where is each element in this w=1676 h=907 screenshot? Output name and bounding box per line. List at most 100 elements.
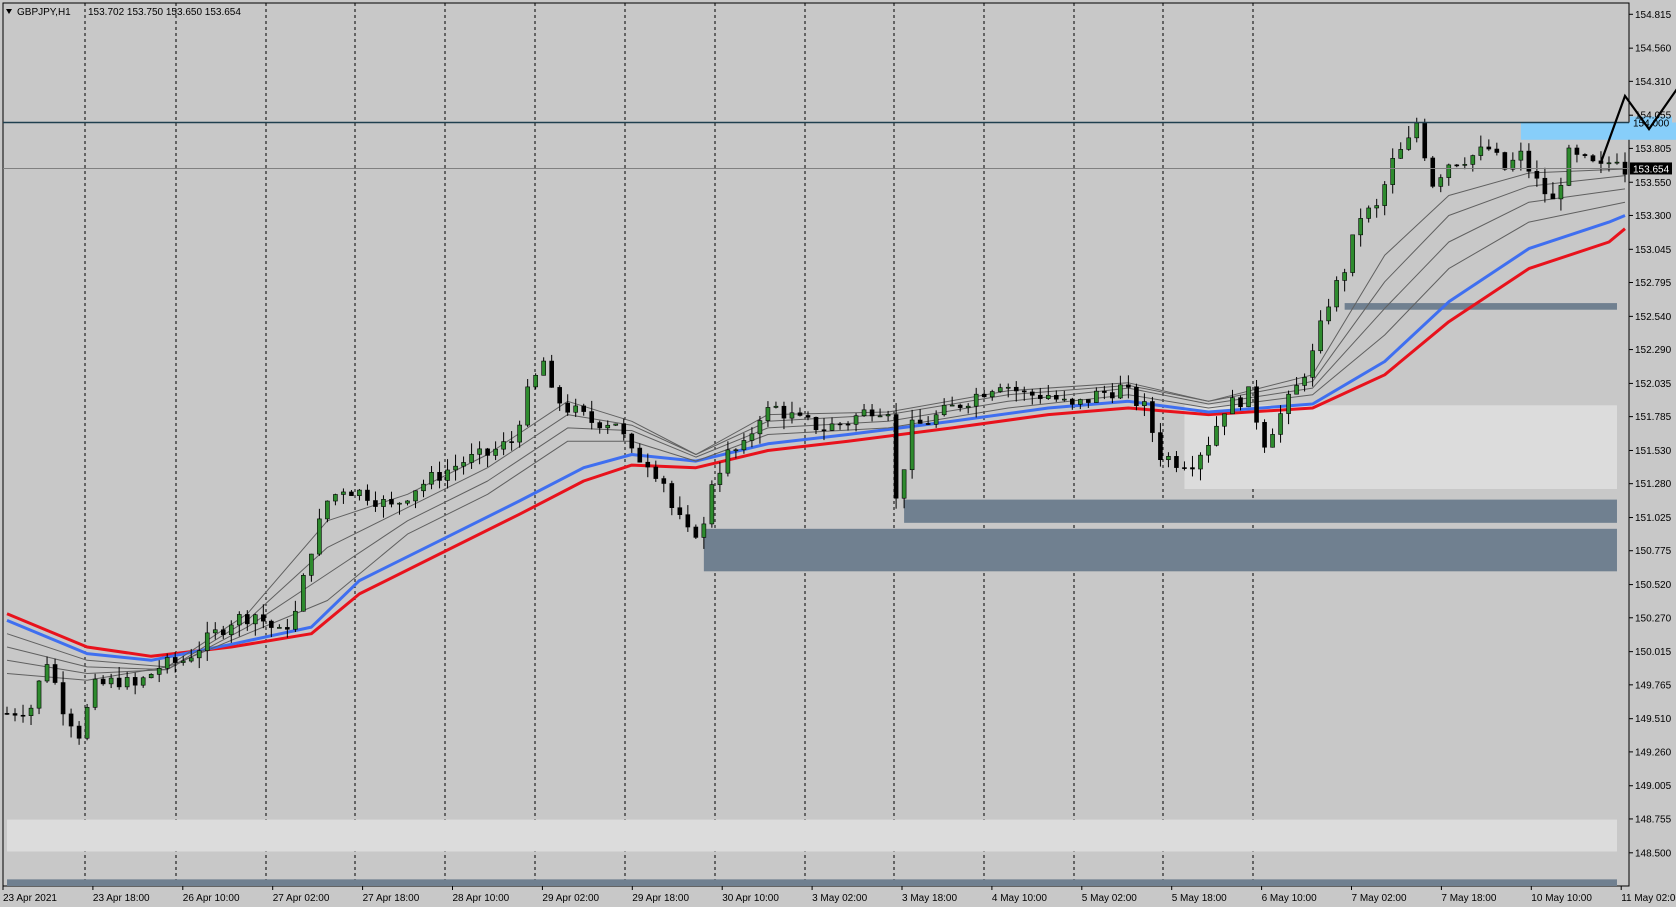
candle-body xyxy=(973,393,979,407)
candle-body xyxy=(92,678,98,708)
candle-body xyxy=(1094,390,1099,403)
y-tick-label: 152.290 xyxy=(1635,345,1672,356)
candle-body xyxy=(1021,390,1027,393)
candle-body xyxy=(1150,401,1155,433)
candle-body xyxy=(941,404,947,416)
candle-body xyxy=(581,405,587,412)
x-tick-label: 5 May 02:00 xyxy=(1082,893,1137,904)
candle-body xyxy=(1278,413,1283,435)
candle-body xyxy=(301,575,306,612)
candle-body xyxy=(1302,377,1307,386)
candle-body xyxy=(653,466,659,479)
candle-body xyxy=(1110,392,1115,399)
candle-body xyxy=(661,478,667,484)
candle-body xyxy=(236,614,242,626)
candle-body xyxy=(645,461,651,468)
candle-body xyxy=(845,423,851,426)
x-tick-label: 6 May 10:00 xyxy=(1262,893,1317,904)
candle-body xyxy=(1294,385,1299,395)
candle-body xyxy=(84,707,90,739)
candle-body xyxy=(1518,150,1524,161)
candle-body xyxy=(677,507,683,515)
x-tick-label: 29 Apr 02:00 xyxy=(542,893,599,904)
candle-body xyxy=(1053,395,1059,400)
candle-body xyxy=(164,657,170,669)
candle-body xyxy=(469,454,474,463)
candle-body xyxy=(1614,161,1620,164)
y-tick-label: 150.520 xyxy=(1635,580,1672,591)
candle-body xyxy=(1166,456,1171,461)
candle-body xyxy=(277,627,282,629)
y-tick-label: 148.755 xyxy=(1635,814,1672,825)
candle-body xyxy=(885,414,891,417)
candle-body xyxy=(965,405,971,408)
candle-body xyxy=(413,490,418,502)
current-price-label: 153.654 xyxy=(1633,164,1670,175)
x-tick-label: 11 May 02:00 xyxy=(1621,893,1676,904)
candle-body xyxy=(1174,456,1179,468)
candle-body xyxy=(525,386,530,426)
candle-body xyxy=(477,448,482,455)
candle-body xyxy=(373,500,378,507)
candle-body xyxy=(1158,432,1163,461)
candle-body xyxy=(933,414,939,425)
x-tick-label: 7 May 02:00 xyxy=(1352,893,1407,904)
x-tick-label: 7 May 18:00 xyxy=(1441,893,1496,904)
y-tick-label: 151.025 xyxy=(1635,513,1672,524)
candle-body xyxy=(453,465,458,471)
candle-body xyxy=(789,412,795,419)
candle-body xyxy=(1086,399,1091,403)
candle-body xyxy=(1214,425,1219,446)
x-tick-label: 5 May 18:00 xyxy=(1172,893,1227,904)
candle-body xyxy=(1422,122,1428,159)
candle-body xyxy=(805,415,811,418)
candle-body xyxy=(1230,397,1235,415)
y-tick-label: 150.015 xyxy=(1635,647,1672,658)
candle-body xyxy=(741,440,747,451)
candle-body xyxy=(397,502,402,505)
candle-body xyxy=(589,411,595,423)
candle-body xyxy=(76,725,82,739)
candle-body xyxy=(1118,384,1123,399)
x-tick-label: 27 Apr 02:00 xyxy=(273,893,330,904)
candle-body xyxy=(28,707,34,716)
candle-body xyxy=(1126,384,1131,388)
candle-body xyxy=(68,713,74,727)
x-tick-label: 26 Apr 10:00 xyxy=(183,893,240,904)
candle-body xyxy=(1390,158,1396,185)
candle-body xyxy=(1342,272,1347,281)
candle-body xyxy=(853,415,859,425)
y-tick-label: 154.815 xyxy=(1635,10,1672,21)
candle-body xyxy=(1222,413,1227,427)
candle-body xyxy=(1198,454,1203,470)
candle-body xyxy=(957,404,963,408)
candle-body xyxy=(1238,397,1243,408)
candle-body xyxy=(1502,152,1508,170)
candle-body xyxy=(1478,146,1484,156)
candle-body xyxy=(1582,154,1588,156)
y-tick-label: 149.510 xyxy=(1635,714,1672,725)
price-chart[interactable]: 154.000153.654 154.815154.560154.310154.… xyxy=(0,0,1676,907)
y-tick-label: 151.785 xyxy=(1635,412,1672,423)
candle-body xyxy=(228,624,234,635)
candle-body xyxy=(381,499,386,507)
candle-body xyxy=(1462,164,1468,166)
candle-body xyxy=(1182,467,1187,469)
candle-body xyxy=(1406,137,1412,150)
candle-body xyxy=(909,419,915,471)
x-tick-label: 10 May 10:00 xyxy=(1531,893,1592,904)
x-tick-label: 23 Apr 2021 xyxy=(3,893,57,904)
candle-body xyxy=(717,472,723,485)
candle-body xyxy=(36,680,42,709)
candle-body xyxy=(461,462,466,467)
candle-body xyxy=(493,448,498,456)
candle-body xyxy=(533,374,538,388)
candle-body xyxy=(1542,177,1548,195)
x-tick-label: 29 Apr 18:00 xyxy=(632,893,689,904)
candle-body xyxy=(12,713,18,716)
candle-body xyxy=(1326,306,1331,322)
y-tick-label: 149.005 xyxy=(1635,781,1672,792)
candle-body xyxy=(1534,170,1540,179)
candle-body xyxy=(148,674,154,679)
candle-body xyxy=(429,472,434,485)
